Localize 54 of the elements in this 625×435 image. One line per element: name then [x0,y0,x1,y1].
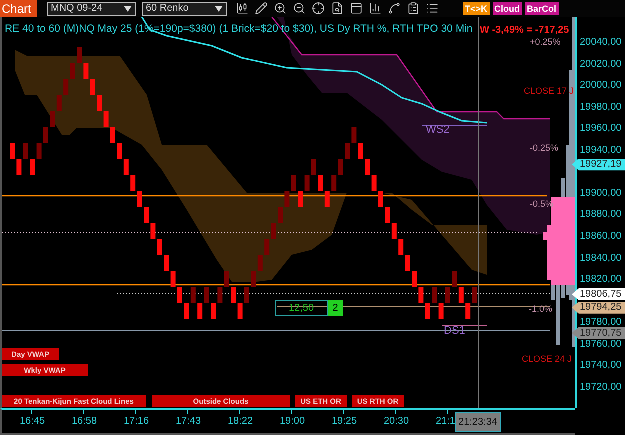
toggle-button[interactable]: T<>K [463,2,490,15]
bar-type-dropdown[interactable]: 60 Renko [142,2,227,16]
time-tick: 20:30 [384,416,410,427]
price-tick: 19960,00 [580,123,622,134]
weekly-change: W -3,49% = -717,25 [480,25,570,36]
chart-tab[interactable]: Chart [0,0,37,17]
time-tick: 21:1 [436,416,456,427]
line-chart-icon[interactable] [388,2,401,15]
document-search-icon[interactable] [331,2,344,15]
price-tick: 20040,00 [580,37,622,48]
time-tick: 16:45 [20,416,46,427]
zoom-in-icon[interactable] [274,2,287,15]
price-tick: 19860,00 [580,231,622,242]
price-tick: 19980,00 [580,102,622,113]
price-tick: 20000,00 [580,80,622,92]
price-marker: 19806,75 [572,288,625,300]
price-marker: 19794,25 [572,302,625,314]
price-marker: 19927,19 [572,158,625,171]
price-tick: 19900,00 [580,188,622,199]
price-tick: 19760,00 [580,338,622,350]
toggle-button[interactable]: BarCol [525,2,559,15]
instrument-dropdown[interactable]: MNQ 09-24 [47,2,136,16]
level-label: CLOSE 24 J [522,354,572,364]
order-quantity[interactable]: 2 [328,300,343,316]
price-tick: 19780,00 [580,317,622,328]
zoom-out-icon[interactable] [293,2,306,15]
price-tick: 19740,00 [580,360,622,372]
time-tick: 17:16 [124,416,150,427]
price-tick: 20020,00 [580,58,622,70]
price-tick: 19880,00 [580,209,622,220]
cursor-time: 21:23:34 [455,412,501,432]
level-label: +0.25% [530,37,561,47]
price-tick: 19820,00 [580,274,622,286]
toggle-button[interactable]: Cloud [492,2,522,15]
clipboard-icon[interactable] [407,2,420,15]
time-tick: 19:00 [280,416,306,427]
level-label: -0.25% [530,143,559,153]
time-tick: 17:43 [176,416,202,427]
candlestick-icon[interactable] [236,2,249,15]
crosshair-icon[interactable] [312,2,325,15]
time-tick: 18:22 [228,416,254,427]
price-tick: 19840,00 [580,252,622,264]
caret-icon [124,6,132,12]
time-tick: 19:25 [332,416,358,427]
panel-icon[interactable] [350,2,363,15]
time-tick: 16:58 [72,416,98,427]
price-marker: 19770,75 [572,327,625,340]
level-label: CLOSE 17 J [524,86,574,96]
pencil-icon[interactable] [255,2,268,15]
bar-chart-icon[interactable] [369,2,382,15]
price-tick: 19720,00 [580,382,622,393]
price-tick: 19940,00 [580,144,622,156]
caret-icon [215,6,223,12]
level-label: WS2 [426,124,450,136]
